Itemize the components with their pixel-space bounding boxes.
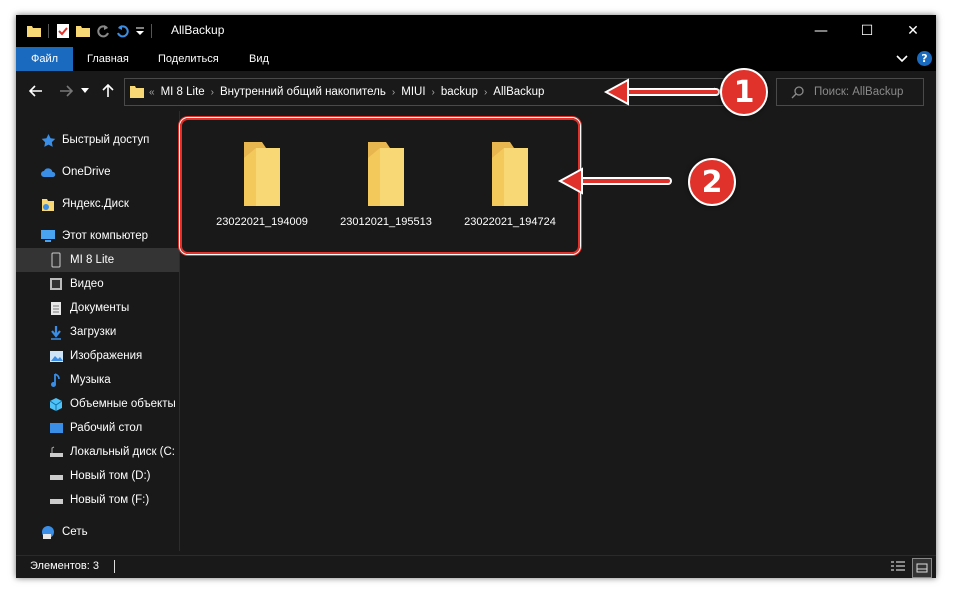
arrow-to-folders (557, 167, 672, 195)
annotation-arrows (557, 78, 720, 195)
step-badge-1: 1 (720, 68, 768, 116)
step-badge-2: 2 (688, 158, 736, 206)
arrow-to-address (603, 78, 720, 106)
